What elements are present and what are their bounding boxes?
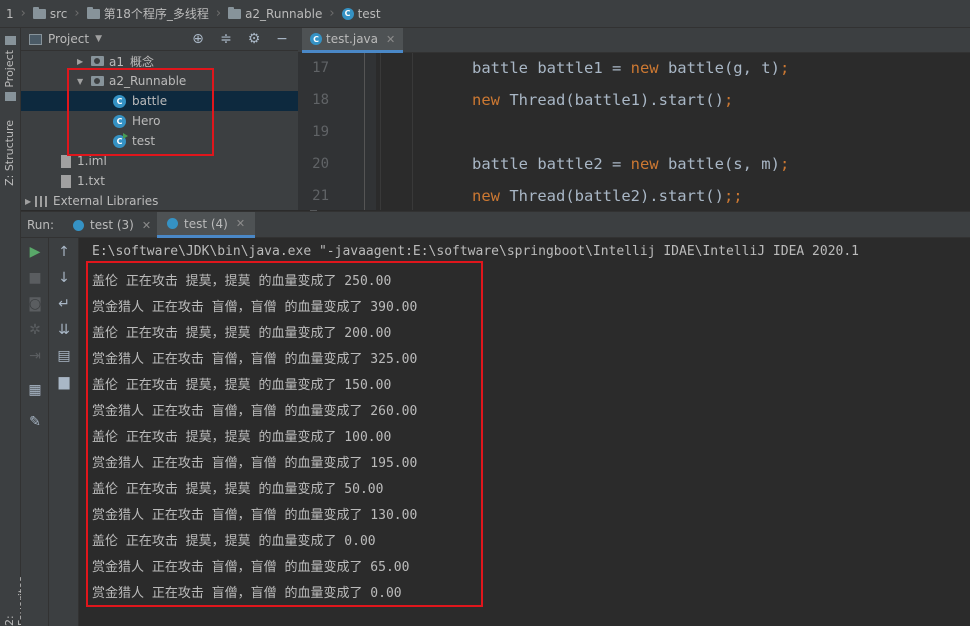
run-tab-test-3[interactable]: test (3) ✕ — [63, 212, 161, 238]
command-line: E:\software\JDK\bin\java.exe "-javaagent… — [92, 244, 860, 259]
tree-item-label: a1_概念 — [109, 54, 154, 69]
tree-item-label: 1.txt — [77, 174, 105, 188]
code-line: new Thread(battle1).start(); — [472, 91, 734, 109]
breadcrumb-package[interactable]: 第18个程序_多线程 — [86, 5, 209, 22]
arrow-up-icon[interactable]: ↑ — [54, 242, 74, 262]
locate-icon[interactable]: ⊕ — [190, 31, 206, 47]
run-toolbar-primary: ▶ ■ ◙ ✲ ⇥ ▦ ✎ — [21, 238, 49, 626]
layout-icon[interactable]: ▦ — [25, 380, 45, 400]
package-icon — [91, 56, 104, 66]
breadcrumb-label: 第18个程序_多线程 — [103, 7, 209, 21]
run-toolbar-secondary: ↑ ↓ ↵ ⇊ ▤ ▆ — [49, 238, 79, 626]
package-icon — [86, 6, 100, 19]
class-icon — [73, 219, 84, 231]
project-panel-header: Project ▼ ⊕ ≑ ⚙ − — [21, 28, 298, 51]
left-tool-strip: 1: Project Z: Structure 2: Favorites — [0, 28, 29, 626]
line-number: 17 — [312, 60, 329, 76]
editor-tab-label: test.java — [326, 32, 379, 46]
line-number: 21 — [312, 188, 329, 204]
collapse-all-icon[interactable]: ≑ — [218, 31, 234, 47]
run-tab-bar: Run: test (3) ✕ test (4) ✕ — [21, 211, 970, 238]
indent-guide — [380, 53, 381, 210]
breadcrumb-class[interactable]: Ctest — [341, 6, 381, 21]
line-number: 20 — [312, 156, 329, 172]
tree-item-external-libraries[interactable]: ▶ External Libraries — [21, 191, 298, 211]
hide-icon[interactable]: − — [274, 31, 290, 47]
breadcrumb-separator: › — [20, 6, 26, 21]
camera-icon[interactable]: ◙ — [25, 294, 45, 314]
project-tool-icon — [5, 36, 16, 45]
highlight-box-tree — [67, 68, 214, 156]
code-line: battle battle2 = new battle(s, m); — [472, 155, 790, 173]
class-icon: C — [310, 33, 322, 45]
chevron-down-icon[interactable]: ▼ — [95, 34, 102, 44]
breadcrumb-src[interactable]: src — [32, 6, 68, 21]
indent-guide — [412, 53, 413, 210]
project-view-icon — [29, 33, 42, 45]
stop-icon[interactable]: ■ — [25, 268, 45, 288]
code-line: new Thread(battle2).start();; — [472, 187, 743, 205]
library-icon — [35, 195, 47, 207]
pin-icon[interactable]: ✎ — [25, 412, 45, 432]
tool-tab-structure[interactable]: Z: Structure — [3, 120, 16, 186]
breadcrumb: 1 › src › 第18个程序_多线程 › a2_Runnable › Cte… — [0, 0, 970, 28]
breadcrumb-subpackage[interactable]: a2_Runnable — [228, 6, 323, 21]
close-icon[interactable]: ✕ — [142, 219, 151, 232]
run-tab-label: test (3) — [90, 218, 134, 232]
close-icon[interactable]: ✕ — [386, 33, 395, 46]
tree-item-txt[interactable]: 1.txt — [21, 171, 298, 191]
class-icon: C — [341, 7, 354, 20]
line-number: 19 — [312, 124, 329, 140]
code-editor[interactable]: battle battle1 = new battle(g, t); new T… — [376, 53, 970, 210]
breadcrumb-separator: › — [215, 6, 222, 21]
gear-icon[interactable]: ⚙ — [246, 31, 262, 47]
line-number: 18 — [312, 92, 329, 108]
rerun-icon[interactable]: ▶ — [25, 242, 45, 262]
trash-icon[interactable]: ▆ — [54, 372, 74, 392]
gutter-separator — [364, 53, 365, 210]
tree-item-label: External Libraries — [53, 194, 159, 208]
breadcrumb-label: a2_Runnable — [245, 6, 323, 21]
code-line: battle battle1 = new battle(g, t); — [472, 59, 790, 77]
run-tab-test-4[interactable]: test (4) ✕ — [157, 212, 256, 238]
folder-icon — [32, 6, 46, 19]
class-icon — [167, 218, 178, 229]
package-icon — [228, 6, 242, 19]
print-icon[interactable]: ▤ — [54, 346, 74, 366]
breadcrumb-project[interactable]: 1 — [6, 7, 14, 21]
breadcrumb-separator: › — [329, 6, 335, 21]
project-panel-title[interactable]: Project — [48, 32, 89, 46]
file-icon — [61, 154, 71, 168]
text-file-icon — [61, 174, 71, 188]
highlight-box-output — [86, 261, 483, 607]
breadcrumb-label: src — [49, 6, 68, 21]
chevron-right-icon[interactable]: ▶ — [77, 57, 87, 66]
run-tab-label: test (4) — [184, 216, 228, 231]
editor-tab-bar: C test.java ✕ — [298, 28, 970, 53]
debug-icon[interactable]: ✲ — [25, 320, 45, 340]
scroll-to-end-icon[interactable]: ⇊ — [54, 320, 74, 340]
breadcrumb-label: test — [357, 6, 381, 21]
run-label: Run: — [27, 218, 55, 232]
breadcrumb-separator: › — [74, 6, 80, 21]
exit-icon[interactable]: ⇥ — [25, 346, 45, 366]
editor-tab-test-java[interactable]: C test.java ✕ — [302, 28, 404, 53]
project-number: 1 — [6, 6, 14, 21]
tree-item-label: 1.iml — [77, 154, 107, 168]
chevron-right-icon[interactable]: ▶ — [25, 197, 35, 206]
arrow-down-icon[interactable]: ↓ — [54, 268, 74, 288]
project-folder-icon — [5, 92, 16, 101]
soft-wrap-icon[interactable]: ↵ — [54, 294, 74, 314]
editor-gutter: 17 18 19 20 21 — [298, 53, 376, 210]
close-icon[interactable]: ✕ — [236, 217, 245, 230]
